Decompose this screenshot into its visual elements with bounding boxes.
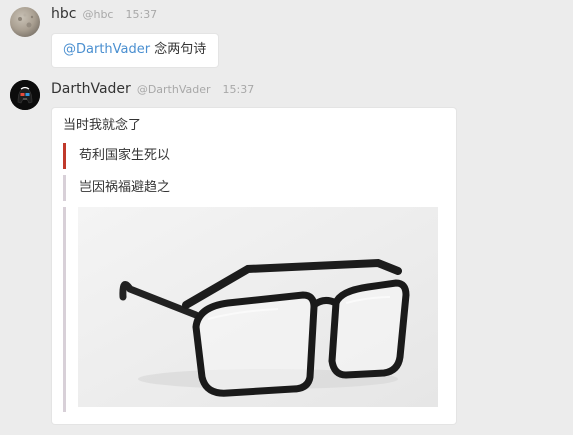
message-body: 念两句诗	[154, 42, 207, 57]
message-header: hbc @hbc 15:37	[51, 6, 157, 22]
username[interactable]: hbc	[51, 6, 76, 22]
quote-line: 苟利国家生死以	[79, 148, 171, 163]
user-handle: @hbc	[82, 8, 114, 21]
glasses-image	[78, 207, 438, 407]
timestamp: 15:37	[222, 83, 255, 96]
quote-line: 岂因祸福避趋之	[79, 180, 171, 195]
attached-image[interactable]	[78, 207, 438, 407]
username[interactable]: DarthVader	[51, 81, 131, 97]
message-text: 当时我就念了	[63, 118, 142, 133]
quote-bar	[63, 175, 66, 201]
timestamp: 15:37	[125, 8, 158, 21]
avatar-darthvader[interactable]	[10, 80, 40, 110]
quote-bar	[63, 207, 66, 412]
message-header: DarthVader @DarthVader 15:37	[51, 81, 254, 97]
chat-window: hbc @hbc 15:37 @DarthVader 念两句诗 DarthVad…	[0, 0, 573, 435]
user-handle: @DarthVader	[136, 83, 211, 96]
quote-bar	[63, 143, 66, 169]
avatar-hbc[interactable]	[10, 7, 40, 37]
user-mention[interactable]: @DarthVader	[63, 42, 150, 57]
message-text: @DarthVader 念两句诗	[63, 41, 206, 59]
message-bubble: @DarthVader 念两句诗	[52, 34, 218, 67]
message-bubble: 当时我就念了 苟利国家生死以 岂因祸福避趋之	[52, 108, 456, 424]
